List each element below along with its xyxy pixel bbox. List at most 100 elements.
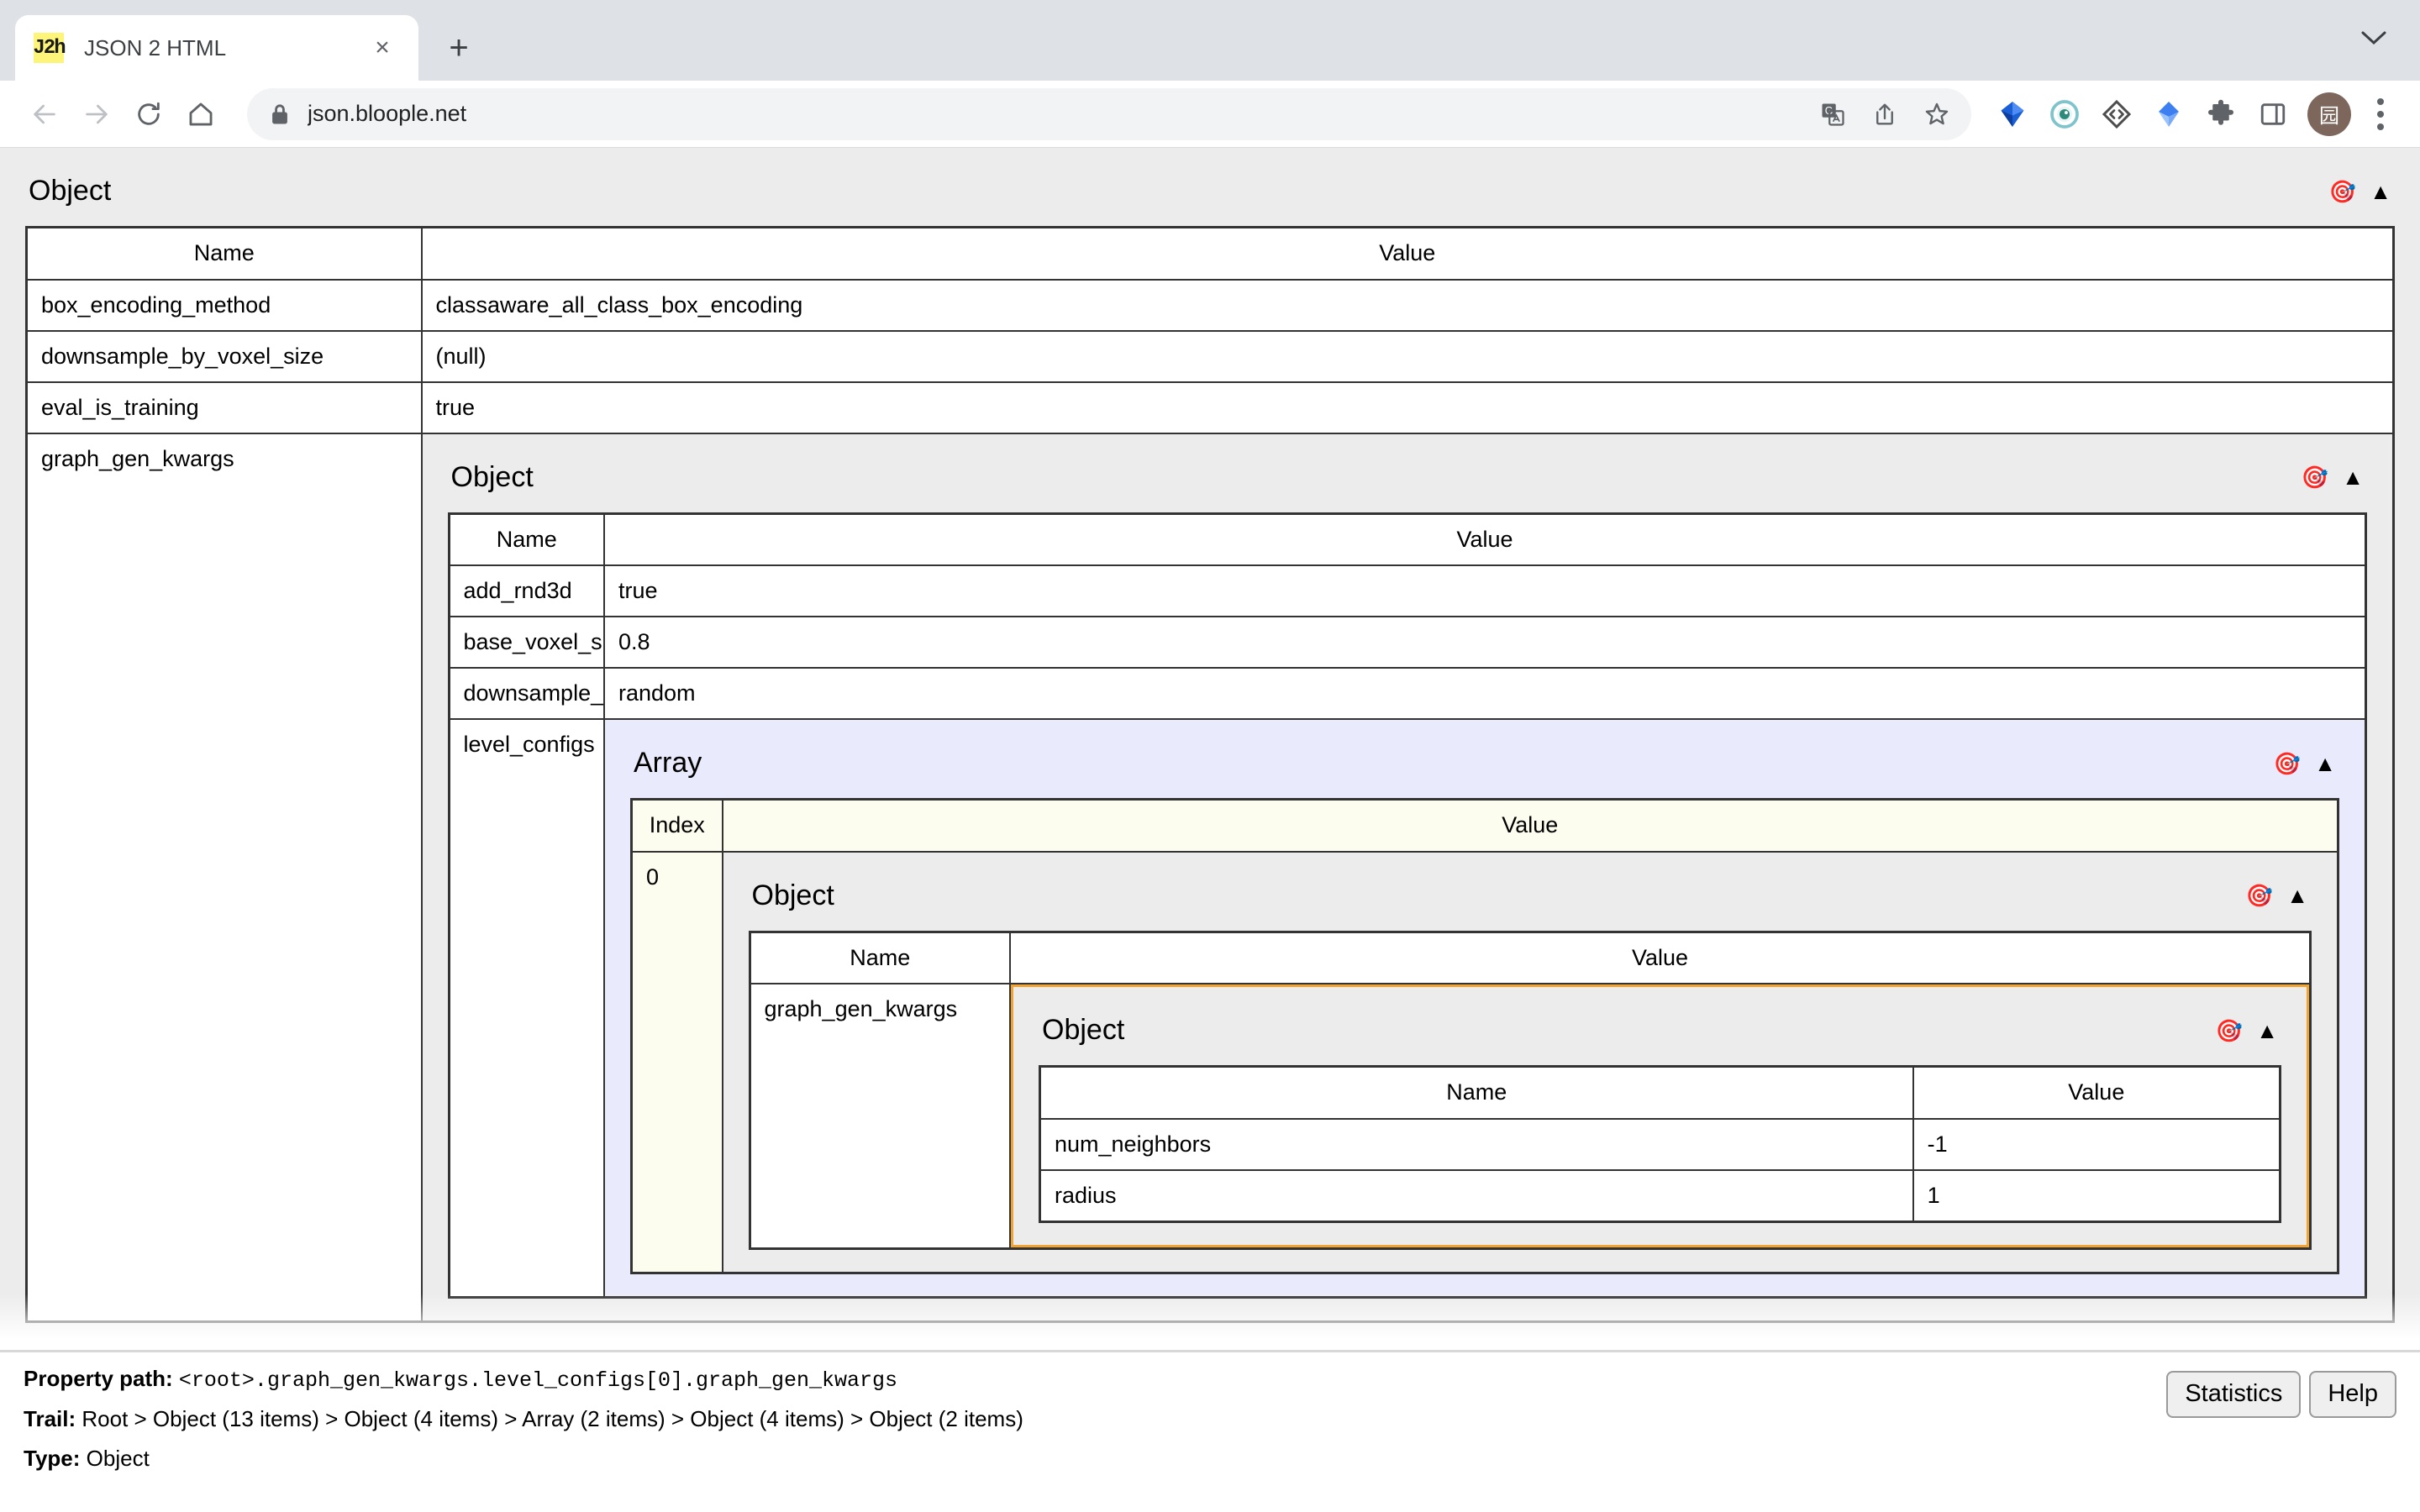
tab-list-chevron-down-icon[interactable] — [2353, 17, 2395, 59]
json-node-root-object: Object 🎯 ▲ Name Value box_encoding_metho… — [0, 148, 2420, 1345]
array-index: 0 — [630, 850, 723, 1273]
type-value: Object — [86, 1446, 150, 1471]
table-row[interactable]: level_configs Array 🎯 ▲ Index Value 0 Ob… — [448, 718, 2367, 1298]
node-type-label: Object — [751, 879, 834, 911]
property-name: downsample_method — [448, 667, 605, 720]
table-row[interactable]: graph_gen_kwargs Object 🎯 ▲ Name Value a… — [25, 432, 2395, 1322]
property-name: downsample_by_voxel_size — [25, 329, 423, 383]
json-node-graph-gen-kwargs-object: Object 🎯 ▲ Name Value add_rnd3d true bas… — [423, 434, 2392, 1320]
close-tab-icon[interactable]: × — [365, 30, 400, 66]
column-header-value: Value — [721, 798, 2339, 853]
trail-line: Trail: Root > Object (13 items) > Object… — [24, 1406, 2396, 1432]
page-viewport: Object 🎯 ▲ Name Value box_encoding_metho… — [0, 148, 2420, 1512]
table-row[interactable]: radius 1 — [1039, 1168, 2281, 1222]
property-value: 0.8 — [603, 616, 2367, 669]
table-row[interactable]: num_neighbors -1 — [1039, 1117, 2281, 1171]
table-header-row: Name Value — [1039, 1065, 2281, 1120]
column-header-value: Value — [420, 226, 2395, 281]
node-controls: 🎯 ▲ — [2216, 1020, 2278, 1042]
omnibox-actions: G — [1810, 88, 1960, 140]
table-row[interactable]: 0 Object 🎯 ▲ Name Value graph_gen_kwargs… — [630, 850, 2339, 1273]
property-name: graph_gen_kwargs — [749, 983, 1011, 1249]
bookmark-star-icon[interactable] — [1914, 92, 1960, 137]
home-button-icon[interactable] — [175, 88, 227, 140]
trail-value: Root > Object (13 items) > Object (4 ite… — [82, 1406, 1023, 1431]
share-icon[interactable] — [1862, 92, 1907, 137]
property-value: random — [603, 667, 2367, 720]
table-row[interactable]: box_encoding_method classaware_all_class… — [25, 278, 2395, 332]
three-dot-menu-icon[interactable] — [2360, 88, 2402, 140]
json-tree-content: Object 🎯 ▲ Name Value box_encoding_metho… — [0, 148, 2420, 1352]
back-button-icon[interactable] — [18, 88, 71, 140]
node-header-level4: Object 🎯 ▲ — [749, 873, 2312, 931]
node-type-label: Array — [634, 747, 702, 779]
table-row[interactable]: base_voxel_size 0.8 — [448, 616, 2367, 669]
node-header-root: Object 🎯 ▲ — [25, 168, 2395, 226]
target-icon[interactable]: 🎯 — [2274, 753, 2301, 774]
trail-label: Trail: — [24, 1406, 76, 1431]
column-header-name: Name — [448, 512, 605, 566]
property-value: true — [603, 564, 2367, 617]
collapse-triangle-icon[interactable]: ▲ — [2370, 181, 2391, 202]
object-table-level4: Name Value graph_gen_kwargs Object 🎯 ▲ N… — [748, 930, 2312, 1250]
node-controls: 🎯 ▲ — [2329, 181, 2391, 202]
puzzle-extensions-icon[interactable] — [2195, 88, 2247, 140]
translate-icon[interactable]: G — [1810, 92, 1855, 137]
target-icon[interactable]: 🎯 — [2216, 1020, 2243, 1042]
address-bar-url: json.bloople.net — [308, 101, 467, 126]
json-node-level-configs-array: Array 🎯 ▲ Index Value 0 Object 🎯 ▲ Name … — [605, 721, 2365, 1295]
table-row[interactable]: graph_gen_kwargs Object 🎯 ▲ Name Value n… — [749, 983, 2312, 1249]
table-header-row: Name Value — [448, 512, 2367, 566]
target-icon[interactable]: 🎯 — [2302, 466, 2328, 488]
vector-diamond-extension-icon[interactable] — [1986, 88, 2039, 140]
property-path-value: <root>.graph_gen_kwargs.level_configs[0]… — [178, 1368, 898, 1393]
tab-strip: J2h JSON 2 HTML × + — [0, 0, 2420, 81]
property-name: graph_gen_kwargs — [25, 432, 423, 1322]
property-name: base_voxel_size — [448, 616, 605, 669]
code-diamond-extension-icon[interactable] — [2091, 88, 2143, 140]
help-button[interactable]: Help — [2309, 1371, 2396, 1418]
property-value: true — [420, 381, 2395, 434]
property-value-nested: Object 🎯 ▲ Name Value num_neighbors -1 r… — [1009, 983, 2312, 1249]
collapse-triangle-icon[interactable]: ▲ — [2342, 466, 2364, 488]
table-row[interactable]: add_rnd3d true — [448, 564, 2367, 617]
target-icon[interactable]: 🎯 — [2246, 885, 2273, 906]
collapse-triangle-icon[interactable]: ▲ — [2256, 1020, 2278, 1042]
table-row[interactable]: eval_is_training true — [25, 381, 2395, 434]
browser-toolbar: json.bloople.net G 园 — [0, 81, 2420, 148]
json-node-level-config-0-object: Object 🎯 ▲ Name Value graph_gen_kwargs O… — [723, 853, 2337, 1272]
collapse-triangle-icon[interactable]: ▲ — [2286, 885, 2308, 906]
table-row[interactable]: downsample_method random — [448, 667, 2367, 720]
statistics-button[interactable]: Statistics — [2166, 1371, 2302, 1418]
blue-gem-extension-icon[interactable] — [2143, 88, 2195, 140]
property-name: radius — [1039, 1168, 1914, 1222]
property-path-label: Property path: — [24, 1366, 173, 1391]
node-controls: 🎯 ▲ — [2274, 753, 2336, 774]
property-value: (null) — [420, 329, 2395, 383]
reload-button-icon[interactable] — [123, 88, 175, 140]
eye-target-extension-icon[interactable] — [2039, 88, 2091, 140]
forward-button-icon[interactable] — [71, 88, 123, 140]
profile-avatar[interactable]: 园 — [2307, 92, 2351, 136]
browser-tab[interactable]: J2h JSON 2 HTML × — [15, 15, 418, 81]
property-path-line: Property path: <root>.graph_gen_kwargs.l… — [24, 1366, 2396, 1393]
side-panel-icon[interactable] — [2247, 88, 2299, 140]
array-value-nested: Object 🎯 ▲ Name Value graph_gen_kwargs O… — [721, 850, 2339, 1273]
column-header-name: Name — [25, 226, 423, 281]
node-controls: 🎯 ▲ — [2302, 466, 2364, 488]
browser-window: J2h JSON 2 HTML × + json.bloople.net G 园… — [0, 0, 2420, 1512]
status-bar-buttons: Statistics Help — [2166, 1371, 2396, 1418]
object-table-level5: Name Value num_neighbors -1 radius 1 — [1039, 1065, 2281, 1223]
target-icon[interactable]: 🎯 — [2329, 181, 2356, 202]
node-type-label: Object — [29, 175, 112, 207]
column-header-value: Value — [1009, 931, 2312, 984]
new-tab-button[interactable]: + — [432, 21, 486, 75]
node-header-level3: Array 🎯 ▲ — [630, 740, 2339, 798]
column-header-name: Name — [749, 931, 1011, 984]
collapse-triangle-icon[interactable]: ▲ — [2314, 753, 2336, 774]
column-header-value: Value — [603, 512, 2367, 566]
property-value-nested: Array 🎯 ▲ Index Value 0 Object 🎯 ▲ Name … — [603, 718, 2367, 1298]
table-row[interactable]: downsample_by_voxel_size (null) — [25, 329, 2395, 383]
address-bar[interactable]: json.bloople.net G — [247, 87, 1971, 140]
json-node-selected-graph-gen-kwargs-object[interactable]: Object 🎯 ▲ Name Value num_neighbors -1 r… — [1011, 985, 2309, 1247]
